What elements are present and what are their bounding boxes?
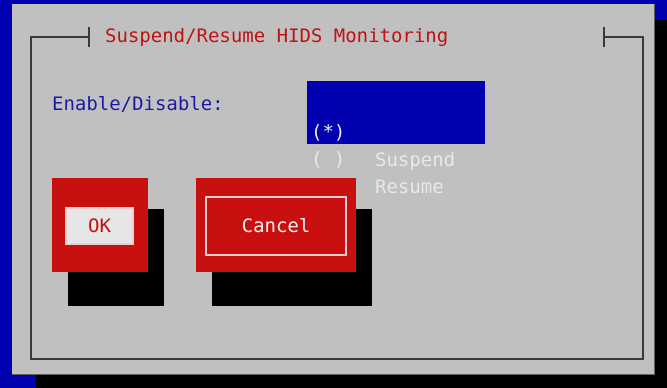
cancel-button-label[interactable]: Cancel — [205, 196, 347, 256]
enable-disable-label: Enable/Disable: — [52, 93, 224, 115]
cancel-button[interactable]: Cancel — [196, 178, 356, 272]
radio-label-resume: Resume — [375, 176, 444, 198]
dialog-title: Suspend/Resume HIDS Monitoring — [105, 25, 449, 47]
radio-label-suspend: Suspend — [375, 149, 456, 171]
ok-button[interactable]: OK — [52, 178, 148, 272]
frame-divider-right — [604, 36, 644, 38]
suspend-resume-dialog: Suspend/Resume HIDS Monitoring Enable/Di… — [12, 4, 655, 375]
radio-option-suspend[interactable]: (*) Suspend — [307, 90, 485, 171]
title-bracket-left — [88, 27, 90, 47]
title-bracket-right — [603, 27, 605, 47]
frame-divider-left — [30, 36, 90, 38]
ok-button-label[interactable]: OK — [65, 207, 134, 245]
mode-radio-list[interactable]: (*) Suspend ( ) Resume — [307, 81, 485, 198]
radio-mark-resume[interactable]: ( ) — [311, 145, 345, 173]
radio-option-resume[interactable]: ( ) Resume — [307, 117, 485, 198]
